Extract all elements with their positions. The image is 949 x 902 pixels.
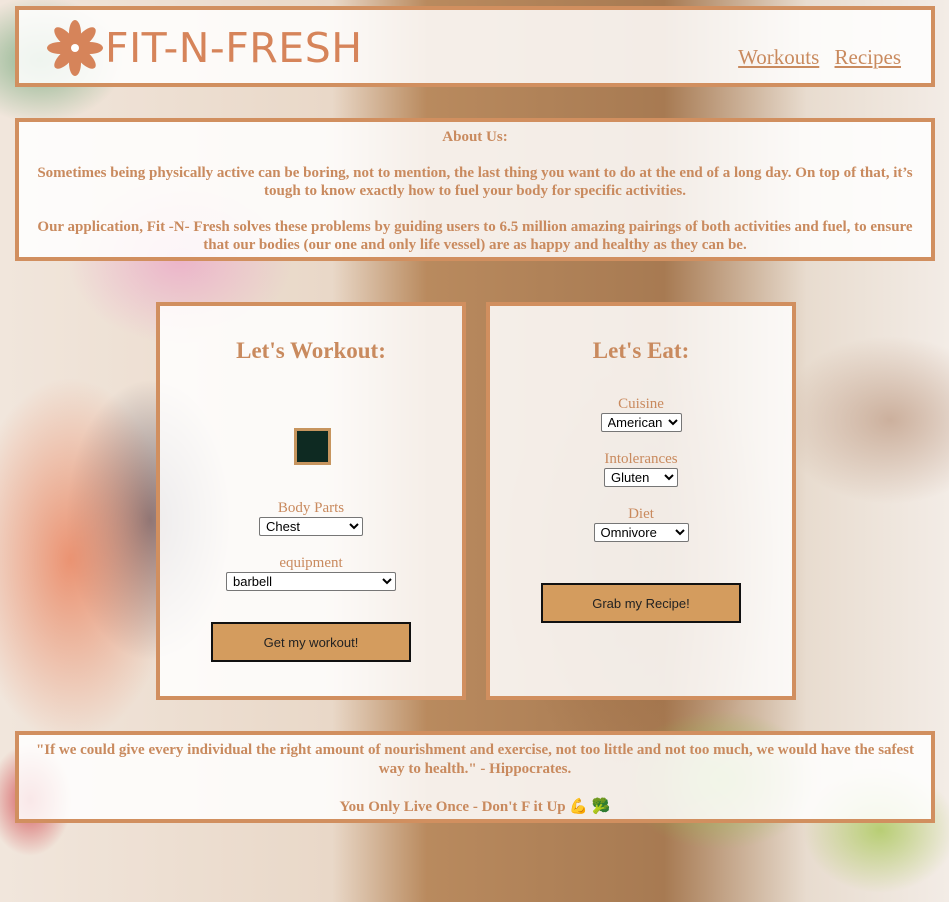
about-paragraph-1: Sometimes being physically active can be… <box>37 165 913 199</box>
tagline: You Only Live Once - Don't F it Up 💪 🥦 <box>339 799 611 815</box>
logo-text: FIT-N-FRESH <box>105 24 363 72</box>
quote-footer: "If we could give every individual the r… <box>15 731 935 823</box>
cuisine-select[interactable]: American <box>600 413 682 432</box>
eat-card: Let's Eat: Cuisine American Intolerances… <box>486 302 796 700</box>
nav-link-recipes[interactable]: Recipes <box>835 45 901 69</box>
about-title: About Us: <box>442 129 508 145</box>
diet-label: Diet <box>628 506 654 522</box>
hippocrates-quote: "If we could give every individual the r… <box>35 742 915 777</box>
main-nav: Workouts Recipes <box>728 45 901 70</box>
intolerances-label: Intolerances <box>604 451 678 467</box>
workout-card: Let's Workout: Body Parts Chest equipmen… <box>156 302 466 700</box>
equipment-select[interactable]: barbell <box>226 572 396 591</box>
about-section: About Us: Sometimes being physically act… <box>15 118 935 261</box>
body-parts-label: Body Parts <box>277 500 345 516</box>
equipment-label: equipment <box>279 555 343 571</box>
intolerances-select[interactable]: Gluten <box>604 468 678 487</box>
cuisine-label: Cuisine <box>618 396 664 412</box>
workout-color-swatch <box>294 428 331 465</box>
body-parts-select[interactable]: Chest <box>259 517 363 536</box>
diet-select[interactable]: Omnivore <box>593 523 689 542</box>
grab-recipe-button[interactable]: Grab my Recipe! <box>541 583 741 623</box>
eat-title: Let's Eat: <box>592 338 690 363</box>
site-header: FIT-N-FRESH Workouts Recipes <box>15 6 935 87</box>
get-workout-button[interactable]: Get my workout! <box>211 622 411 662</box>
logo[interactable]: FIT-N-FRESH <box>47 20 363 76</box>
workout-title: Let's Workout: <box>236 338 386 363</box>
flower-icon <box>47 20 103 76</box>
about-paragraph-2: Our application, Fit -N- Fresh solves th… <box>37 219 913 253</box>
nav-link-workouts[interactable]: Workouts <box>738 45 819 69</box>
